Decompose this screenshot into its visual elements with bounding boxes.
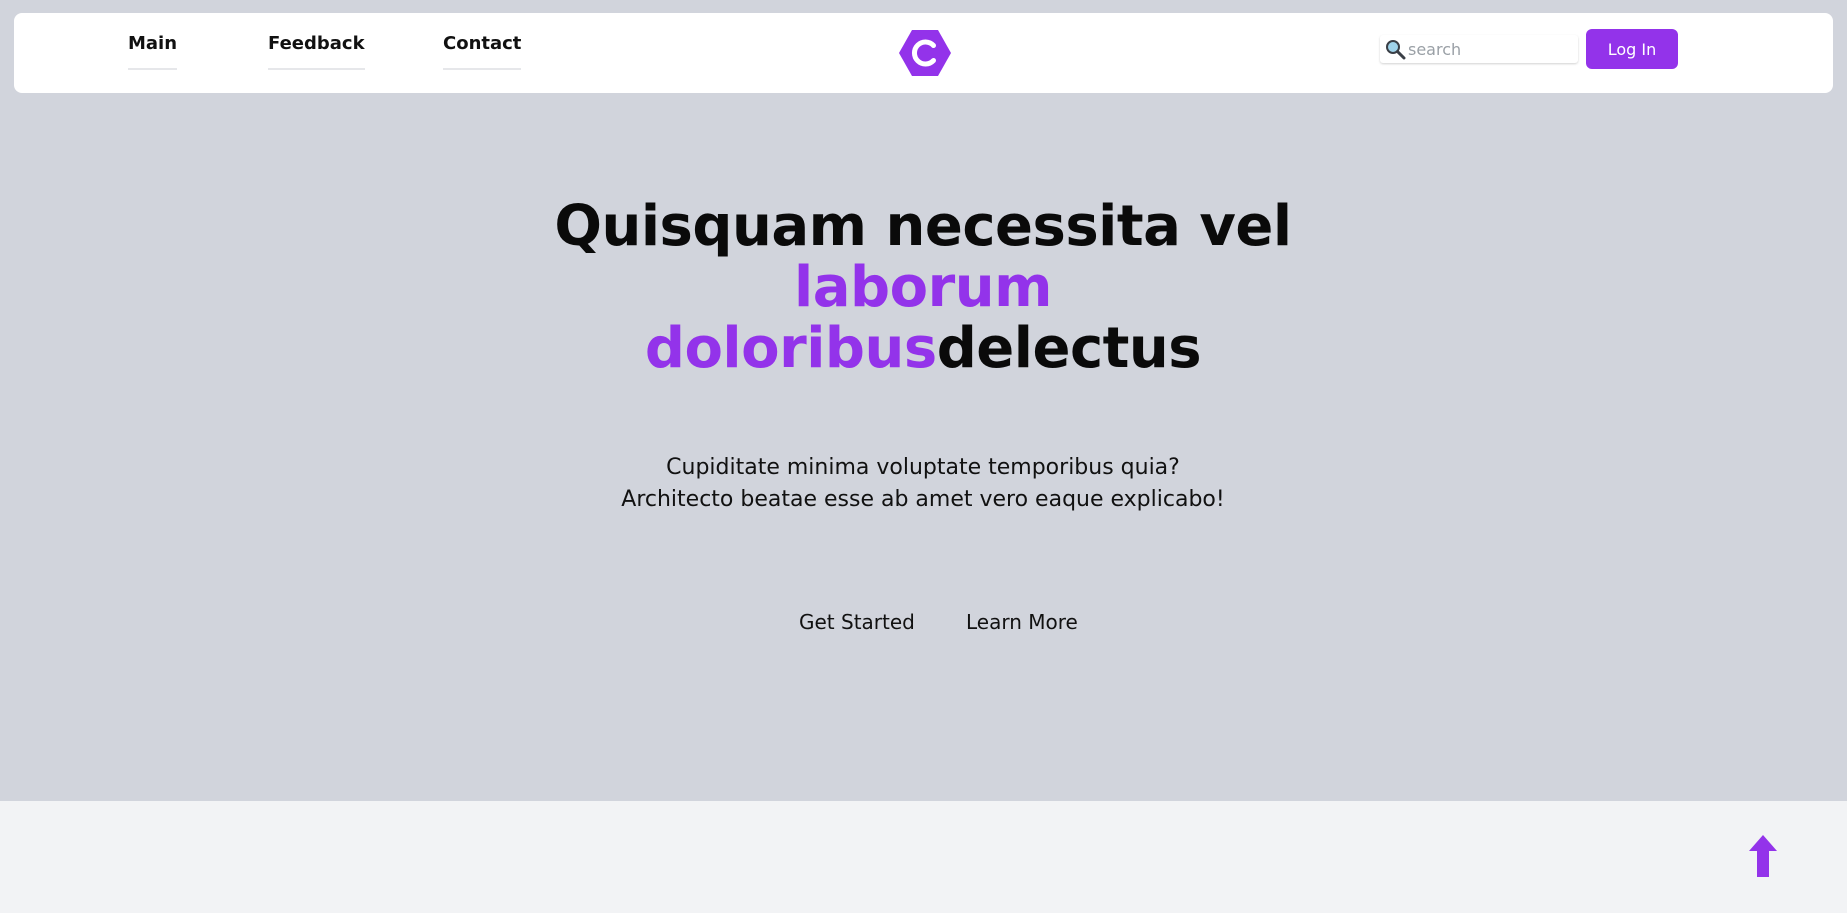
headline-accent-2: doloribus bbox=[644, 316, 937, 381]
nav-link-feedback[interactable]: Feedback bbox=[268, 33, 365, 70]
nav-link-contact[interactable]: Contact bbox=[443, 33, 522, 70]
magnifier-icon bbox=[1384, 38, 1406, 60]
hero-section: Main Feedback Contact Log In bbox=[0, 0, 1847, 801]
logo-icon[interactable] bbox=[898, 28, 952, 78]
hero-subtext: Cupiditate minima voluptate temporibus q… bbox=[523, 452, 1323, 516]
headline-accent-1: laborum bbox=[794, 255, 1052, 320]
nav-link-main[interactable]: Main bbox=[128, 33, 178, 70]
navbar: Main Feedback Contact Log In bbox=[14, 13, 1833, 93]
subtext-line-2: Architecto beatae esse ab amet vero eaqu… bbox=[621, 487, 1225, 512]
lower-section bbox=[0, 801, 1847, 913]
login-button[interactable]: Log In bbox=[1586, 29, 1678, 69]
hero-headline: Quisquam necessita vel laborum doloribus… bbox=[523, 196, 1323, 379]
headline-line-1: Quisquam necessita vel bbox=[554, 194, 1292, 259]
search-box bbox=[1380, 35, 1578, 63]
scroll-to-top-arrow-up-icon[interactable] bbox=[1748, 835, 1778, 877]
learn-more-button[interactable]: Learn More bbox=[966, 610, 1078, 634]
page: Main Feedback Contact Log In bbox=[0, 0, 1847, 913]
search-input[interactable] bbox=[1408, 39, 1568, 59]
get-started-button[interactable]: Get Started bbox=[799, 610, 915, 634]
headline-tail: delectus bbox=[936, 316, 1202, 381]
subtext-line-1: Cupiditate minima voluptate temporibus q… bbox=[666, 455, 1180, 480]
